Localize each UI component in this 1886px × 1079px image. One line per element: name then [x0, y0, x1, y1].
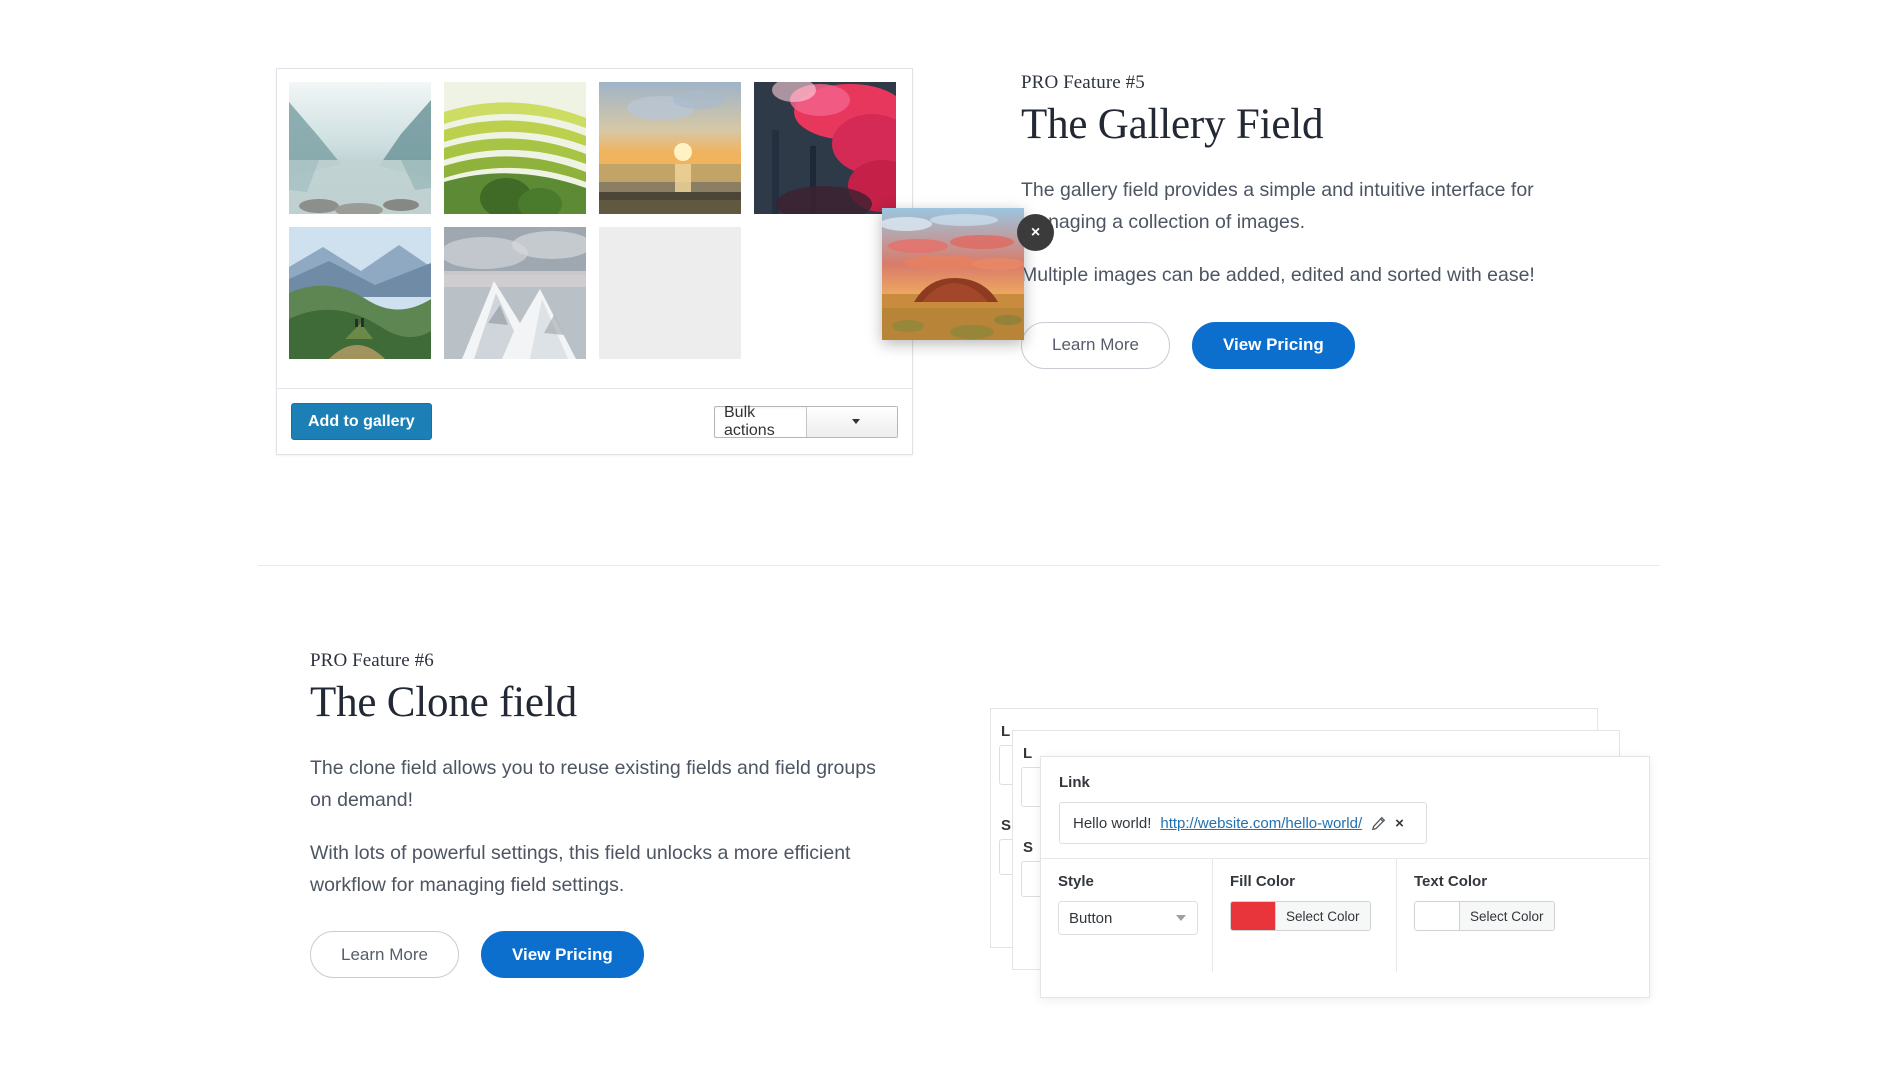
link-title-text: Hello world!: [1073, 814, 1152, 832]
ocean-sunset-image: [599, 82, 741, 214]
view-pricing-button[interactable]: View Pricing: [1191, 321, 1355, 369]
view-pricing-button[interactable]: View Pricing: [480, 931, 644, 979]
green-terraced-hills-image: [444, 82, 586, 214]
gallery-row-2: [289, 227, 900, 359]
clone-card-foreground: Link Hello world! http://website.com/hel…: [1040, 756, 1650, 998]
uluru-red-rock-sunset-image: [882, 208, 1024, 340]
snowy-mountain-peaks-image: [444, 227, 586, 359]
hikers-on-green-ridge-image: [289, 227, 431, 359]
bulk-actions-select[interactable]: Bulk actions: [714, 403, 898, 439]
fill-color-swatch: [1231, 902, 1275, 930]
fill-select-color-button[interactable]: Select Color: [1275, 902, 1370, 930]
text-color-picker[interactable]: Select Color: [1414, 901, 1555, 931]
ghost-style-label: S: [1023, 839, 1034, 856]
clone-field-widget: L S L S Link Hello world! http://website…: [990, 708, 1650, 998]
feature-eyebrow: PRO Feature #6: [310, 650, 434, 671]
feature-button-row: Learn More View Pricing: [310, 931, 910, 979]
link-value-box[interactable]: Hello world! http://website.com/hello-wo…: [1059, 802, 1427, 844]
pencil-icon[interactable]: [1371, 816, 1386, 831]
page-root: × Add to gallery Bulk actions PRO Featur…: [0, 0, 1886, 1079]
page-title: The Gallery Field: [1021, 101, 1324, 148]
learn-more-button[interactable]: Learn More: [310, 931, 459, 979]
learn-more-button[interactable]: Learn More: [1021, 321, 1170, 369]
chevron-down-icon: [805, 406, 897, 437]
style-field-group: Style Button: [1041, 859, 1213, 972]
link-url-text[interactable]: http://website.com/hello-world/: [1160, 815, 1362, 832]
gallery-thumbnail[interactable]: [444, 227, 586, 359]
feature-paragraph: The gallery field provides a simple and …: [1021, 179, 1534, 233]
feature-paragraph: With lots of powerful settings, this fie…: [310, 842, 851, 896]
chevron-down-icon: [1176, 915, 1186, 921]
ghost-link-label: L: [1023, 745, 1033, 762]
gallery-empty-slot[interactable]: [599, 227, 741, 359]
text-select-color-button[interactable]: Select Color: [1459, 902, 1554, 930]
section-gallery-field: × Add to gallery Bulk actions PRO Featur…: [0, 0, 1886, 565]
feature-paragraph: Multiple images can be added, edited and…: [1021, 264, 1535, 287]
ghost-link-label: L: [1001, 723, 1011, 740]
ghost-style-label: S: [1001, 817, 1012, 834]
gallery-field-widget: × Add to gallery Bulk actions: [276, 68, 1054, 455]
feature-paragraph: The clone field allows you to reuse exis…: [310, 757, 876, 811]
gallery-thumbnail[interactable]: [444, 82, 586, 214]
mountain-lake-reflection-image: [289, 82, 431, 214]
style-field-label: Style: [1058, 873, 1094, 890]
gallery-thumbnail[interactable]: [599, 82, 741, 214]
bulk-actions-value: Bulk actions: [724, 403, 775, 439]
clone-feature-text: PRO Feature #6 The Clone field The clone…: [310, 650, 910, 979]
fill-color-label: Fill Color: [1230, 873, 1295, 890]
style-settings-row: Style Button Fill Color Select Color Tex…: [1041, 859, 1649, 972]
remove-link-icon[interactable]: ×: [1395, 815, 1404, 832]
gallery-thumbnail[interactable]: [289, 82, 431, 214]
gallery-thumbnail-grid: ×: [277, 69, 1054, 389]
style-select-value: Button: [1069, 909, 1113, 927]
text-color-label: Text Color: [1414, 873, 1488, 890]
fill-color-group: Fill Color Select Color: [1213, 859, 1397, 972]
gallery-row-1: [289, 82, 900, 214]
page-title: The Clone field: [310, 679, 577, 726]
gallery-toolbar: Add to gallery Bulk actions: [277, 388, 912, 454]
feature-button-row: Learn More View Pricing: [1021, 321, 1641, 369]
gallery-feature-text: PRO Feature #5 The Gallery Field The gal…: [1021, 72, 1641, 369]
text-color-group: Text Color Select Color: [1397, 859, 1581, 972]
gallery-thumbnail[interactable]: [754, 82, 896, 214]
feature-eyebrow: PRO Feature #5: [1021, 72, 1145, 93]
text-color-swatch: [1415, 902, 1459, 930]
red-foliage-forest-image: [754, 82, 896, 214]
style-select[interactable]: Button: [1058, 901, 1198, 935]
remove-image-icon[interactable]: ×: [1017, 214, 1054, 251]
add-to-gallery-button[interactable]: Add to gallery: [291, 402, 432, 441]
link-field-label: Link: [1059, 774, 1090, 791]
link-field-group: Link Hello world! http://website.com/hel…: [1041, 757, 1649, 859]
pencil-glyph: [1372, 816, 1386, 830]
gallery-thumbnail[interactable]: [289, 227, 431, 359]
fill-color-picker[interactable]: Select Color: [1230, 901, 1371, 931]
gallery-dragged-thumbnail[interactable]: [882, 208, 1024, 340]
